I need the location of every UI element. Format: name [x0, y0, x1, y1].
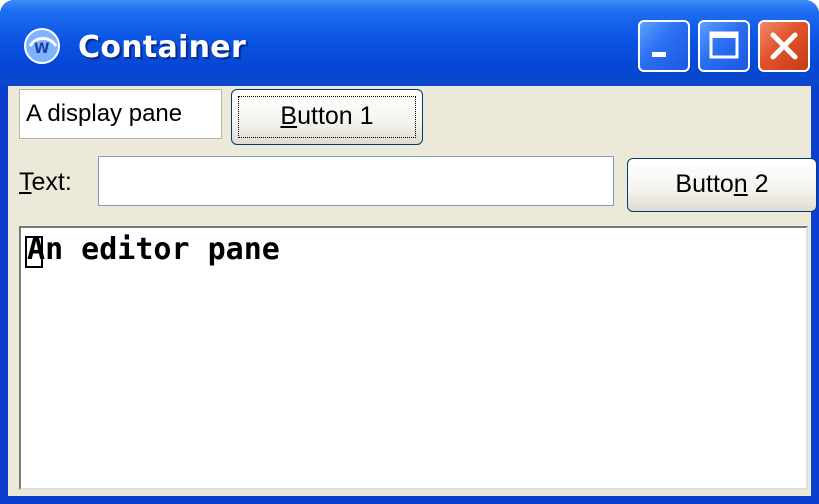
- editor-text-rest: n editor pane: [45, 232, 280, 267]
- display-pane-text: A display pane: [26, 100, 183, 127]
- editor-pane[interactable]: An editor pane: [19, 226, 808, 490]
- editor-text: An editor pane: [27, 232, 280, 267]
- button-2[interactable]: Button 2: [627, 158, 817, 212]
- window: W Container A display pane Button 1 Text…: [0, 0, 819, 504]
- editor-first-char: A: [27, 232, 46, 267]
- svg-text:W: W: [34, 41, 49, 57]
- maximize-icon: [709, 31, 739, 59]
- title-bar[interactable]: W Container: [0, 0, 819, 86]
- display-pane: A display pane: [19, 89, 222, 139]
- window-title: Container: [78, 30, 247, 65]
- maximize-button[interactable]: [698, 20, 750, 72]
- text-label-rest: ext:: [31, 168, 72, 196]
- text-label: Text:: [19, 168, 72, 197]
- client-area: A display pane Button 1 Text: Button 2 A…: [8, 86, 817, 496]
- close-button[interactable]: [758, 20, 810, 72]
- button-2-label-end: 2: [747, 170, 769, 198]
- app-icon: W: [24, 28, 60, 64]
- button-2-accelerator: n: [733, 170, 748, 198]
- focus-rectangle: [238, 96, 416, 138]
- minimize-icon: [652, 52, 666, 57]
- close-icon: [770, 32, 798, 60]
- minimize-button[interactable]: [638, 20, 690, 72]
- button-2-label-start: Butto: [675, 170, 734, 198]
- button-1[interactable]: Button 1: [231, 89, 423, 145]
- text-label-accelerator: T: [19, 168, 32, 196]
- text-input[interactable]: [98, 156, 614, 206]
